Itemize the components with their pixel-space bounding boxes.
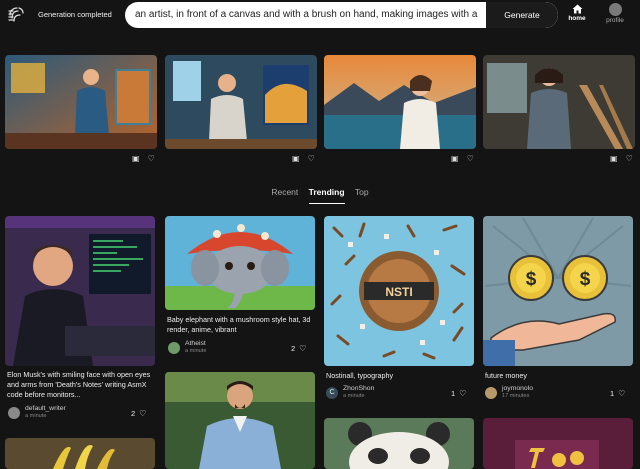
prompt-bar: an artist, in front of a canvas and with…: [125, 2, 558, 28]
generated-image-4[interactable]: [483, 55, 635, 149]
feed-caption-2: Baby elephant with a mushroom style hat,…: [167, 315, 311, 334]
author-1[interactable]: default_writer a minute: [8, 405, 108, 421]
post-time: a minute: [185, 348, 207, 354]
feed-caption-4: future money: [485, 371, 527, 380]
generated-image-2[interactable]: [165, 55, 317, 149]
post-time: a minute: [343, 393, 365, 399]
avatar: [608, 3, 622, 16]
feed-image-4[interactable]: $ $: [483, 216, 633, 366]
nav-home[interactable]: home: [566, 4, 588, 22]
home-icon: [572, 4, 582, 14]
avatar: C: [326, 387, 338, 399]
like-count: 2: [131, 409, 136, 418]
tab-trending[interactable]: Trending: [308, 187, 345, 204]
dollar-coin-icon: $: [580, 269, 591, 290]
heart-icon[interactable]: ♡: [148, 154, 155, 163]
brain-logo-icon[interactable]: [6, 5, 26, 25]
feed-tabs: Recent Trending Top: [0, 187, 640, 204]
nav-profile-label: profile: [606, 17, 624, 24]
like-count: 1: [610, 389, 615, 398]
avatar: [168, 342, 180, 354]
like-count-2[interactable]: 2 ♡: [291, 344, 306, 353]
heart-icon[interactable]: ♡: [618, 389, 625, 398]
heart-icon[interactable]: ♡: [139, 409, 146, 418]
generate-button[interactable]: Generate: [486, 2, 558, 28]
nav-home-label: home: [568, 15, 586, 22]
author-name: ZhonShon: [343, 385, 375, 392]
author-name: Atheist: [185, 340, 206, 347]
heart-icon[interactable]: ♡: [308, 154, 315, 163]
feed-image-1[interactable]: [5, 216, 155, 366]
tab-top[interactable]: Top: [355, 187, 369, 203]
top-bar: Generation completed an artist, in front…: [0, 0, 640, 32]
feed-image-7[interactable]: [324, 418, 474, 469]
nav-profile[interactable]: profile: [602, 3, 628, 24]
feed-image-2[interactable]: [165, 216, 315, 310]
feed-caption-1: Elon Musk's with smiling face with open …: [7, 370, 151, 399]
heart-icon[interactable]: ♡: [626, 154, 633, 163]
author-name: joymonolo: [502, 385, 533, 392]
generated-image-3[interactable]: [324, 55, 476, 149]
generated-image-3-actions: ▣ ♡: [443, 154, 474, 164]
heart-icon[interactable]: ♡: [467, 154, 474, 163]
prompt-input[interactable]: an artist, in front of a canvas and with…: [125, 2, 487, 28]
generated-image-1[interactable]: [5, 55, 157, 149]
like-count: 2: [291, 344, 296, 353]
save-icon[interactable]: ▣: [610, 154, 618, 163]
avatar: [8, 407, 20, 419]
like-count: 1: [451, 389, 456, 398]
heart-icon[interactable]: ♡: [299, 344, 306, 353]
save-icon[interactable]: ▣: [451, 154, 459, 163]
save-icon[interactable]: ▣: [292, 154, 300, 163]
dollar-coin-icon: $: [526, 269, 537, 290]
feed-caption-3: Nostinall, typography: [326, 371, 394, 380]
generated-image-4-actions: ▣ ♡: [602, 154, 633, 164]
author-3[interactable]: C ZhonShon a minute: [326, 385, 426, 401]
feed-image-5[interactable]: [5, 438, 155, 469]
feed-image-3[interactable]: NSTI: [324, 216, 474, 366]
like-count-1[interactable]: 2 ♡: [131, 409, 146, 418]
author-name: default_writer: [25, 405, 66, 412]
post-time: 17 minutes: [502, 393, 530, 399]
bowl-lettering: NSTI: [385, 285, 412, 299]
author-4[interactable]: joymonolo 17 minutes: [485, 385, 585, 401]
generation-status: Generation completed: [38, 10, 112, 19]
generated-image-2-actions: ▣ ♡: [284, 154, 315, 164]
feed-image-6[interactable]: [165, 372, 315, 469]
like-count-3[interactable]: 1 ♡: [451, 389, 466, 398]
generated-image-1-actions: ▣ ♡: [124, 154, 155, 164]
heart-icon[interactable]: ♡: [459, 389, 466, 398]
like-count-4[interactable]: 1 ♡: [610, 389, 625, 398]
author-2[interactable]: Atheist a minute: [168, 340, 268, 356]
feed-image-8[interactable]: [483, 418, 633, 469]
post-time: a minute: [25, 413, 47, 419]
tab-recent[interactable]: Recent: [271, 187, 298, 203]
avatar: [485, 387, 497, 399]
save-icon[interactable]: ▣: [132, 154, 140, 163]
